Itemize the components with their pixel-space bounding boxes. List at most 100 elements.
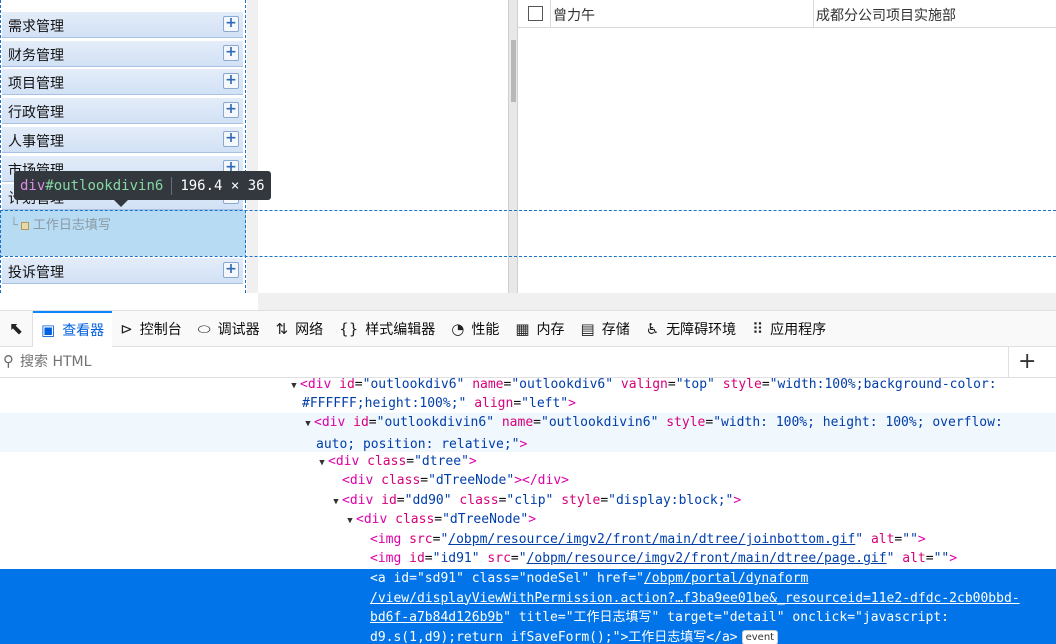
attr-link[interactable]: /obpm/resource/imgv2/front/main/dtree/pa… <box>527 551 887 566</box>
attr-value[interactable]: "工作日志填写" <box>566 610 660 625</box>
markup-node-dtreenode[interactable]: ▼ <div class="dTreeNode"> <box>0 510 1056 532</box>
tab-debugger[interactable]: ⬭ 调试器 <box>190 311 268 347</box>
inspector-tooltip: div #outlookdivin6 196.4 × 36 <box>14 171 271 207</box>
application-icon: ⠿ <box>752 319 764 338</box>
tab-label: 无障碍环境 <box>666 321 737 338</box>
sidebar-item-label: 行政管理 <box>8 105 64 121</box>
attr-value[interactable]: d9.s(1,d9);return ifSaveForm();" <box>370 630 620 644</box>
tab-label: 应用程序 <box>770 321 827 338</box>
attr-value[interactable]: #FFFFFF;height:100%;" <box>302 396 466 411</box>
markup-node-img[interactable]: <img src="/obpm/resource/imgv2/front/mai… <box>0 530 1056 550</box>
scrollbar-thumb[interactable] <box>511 40 516 102</box>
attr-value[interactable]: "clip" <box>506 493 553 508</box>
vertical-scrollbar[interactable] <box>508 0 518 293</box>
tab-label: 查看器 <box>62 322 105 339</box>
tab-label: 样式编辑器 <box>365 321 436 338</box>
performance-icon: ◔ <box>451 319 465 338</box>
sidebar-item-label: 投诉管理 <box>8 265 64 281</box>
markup-node-dtreenode[interactable]: <div class="dTreeNode"></div> <box>0 471 1056 491</box>
attr-link[interactable]: /view/displayViewWithPermission.action?…… <box>370 591 1020 606</box>
attr-value[interactable]: "dd90" <box>405 493 452 508</box>
collapse-arrow-icon[interactable]: ▼ <box>302 415 314 435</box>
expand-plus-icon[interactable]: + <box>223 131 239 147</box>
attr-value[interactable]: "display:block;" <box>608 493 733 508</box>
sidebar-item-label: 项目管理 <box>8 76 64 92</box>
tooltip-divider <box>171 176 173 195</box>
attr-value[interactable]: "top" <box>676 377 715 392</box>
attr-link[interactable]: bd6f-a7b84d126b9b <box>370 610 503 625</box>
row-checkbox[interactable] <box>528 6 543 21</box>
attr-value[interactable]: "dtree" <box>414 454 469 469</box>
tab-inspector[interactable]: ▣ 查看器 <box>33 310 113 347</box>
tab-label: 调试器 <box>217 321 260 338</box>
debugger-icon: ⬭ <box>197 319 211 338</box>
tree-node-work-log[interactable]: └ 工作日志填写 <box>10 214 111 233</box>
detail-pane <box>518 0 1056 293</box>
tab-label: 性能 <box>471 321 500 338</box>
tab-style-editor[interactable]: {} 样式编辑器 <box>331 311 443 347</box>
sidebar-item-admin[interactable]: 行政管理 + <box>2 97 243 124</box>
tab-storage[interactable]: ▤ 存储 <box>573 311 638 347</box>
node-text: 工作日志填写 <box>628 629 707 644</box>
expand-plus-icon[interactable]: + <box>223 262 239 278</box>
markup-node-selected-anchor[interactable]: <a id="sd91" class="nodeSel" href="/obpm… <box>0 569 1056 644</box>
tooltip-size: 196.4 × 36 <box>180 177 265 194</box>
tree-node-label[interactable]: 工作日志填写 <box>33 218 111 233</box>
attr-value[interactable]: "sd91" <box>417 571 464 586</box>
attr-link[interactable]: /obpm/portal/dynaform <box>644 571 808 586</box>
tab-accessibility[interactable]: ♿ 无障碍环境 <box>638 311 744 347</box>
attr-value[interactable]: "dTreeNode" <box>442 512 528 527</box>
highlight-guide <box>0 256 1056 257</box>
attr-value[interactable]: "detail" <box>722 610 785 625</box>
tab-console[interactable]: ⊳ 控制台 <box>112 311 190 347</box>
attr-value[interactable]: auto; position: relative;" <box>316 437 520 452</box>
memory-icon: ▦ <box>515 319 530 338</box>
event-badge[interactable]: event <box>741 629 779 644</box>
cell-department: 成都分公司项目实施部 <box>813 0 1056 28</box>
expand-plus-icon[interactable]: + <box>223 45 239 61</box>
tab-network[interactable]: ⇅ 网络 <box>268 311 332 347</box>
attr-value[interactable]: "outlookdivin6" <box>541 415 658 430</box>
expand-plus-icon[interactable]: + <box>223 16 239 32</box>
highlight-guide <box>0 210 1056 211</box>
sidebar-item-hr[interactable]: 人事管理 + <box>2 126 243 153</box>
console-icon: ⊳ <box>120 319 133 338</box>
markup-node-wrap: #FFFFFF;height:100%;" align="left"> <box>302 396 576 411</box>
element-picker-icon[interactable]: ⬉ <box>0 310 33 347</box>
attr-value[interactable]: "nodeSel" <box>519 571 589 586</box>
collapse-arrow-icon[interactable]: ▼ <box>344 512 356 532</box>
tab-memory[interactable]: ▦ 内存 <box>507 311 572 347</box>
network-icon: ⇅ <box>275 319 289 338</box>
attr-value[interactable]: "width: 100%; height: 100%; overflow: <box>713 415 1003 430</box>
attr-value[interactable]: "outlookdiv6" <box>363 377 465 392</box>
sidebar-item-demand[interactable]: 需求管理 + <box>2 11 243 38</box>
expand-plus-icon[interactable]: + <box>223 73 239 89</box>
expand-plus-icon[interactable]: + <box>223 102 239 118</box>
frame-bottom <box>258 293 1056 310</box>
cell-name: 曾力午 <box>550 0 813 28</box>
sidebar-item-label: 财务管理 <box>8 48 64 64</box>
attr-value[interactable]: "outlookdiv6" <box>511 377 613 392</box>
attr-link[interactable]: /obpm/resource/imgv2/front/main/dtree/jo… <box>448 532 855 547</box>
table-row[interactable]: 曾力午 成都分公司项目实施部 <box>518 0 1056 28</box>
attr-value[interactable]: "width:100%;background-color: <box>770 377 997 392</box>
attr-value[interactable]: "dTreeNode" <box>428 473 514 488</box>
attr-value[interactable]: "left" <box>521 396 568 411</box>
markup-node-img[interactable]: <img id="id91" src="/obpm/resource/imgv2… <box>0 549 1056 569</box>
attr-value[interactable]: "outlookdivin6" <box>377 415 494 430</box>
search-icon: ⚲ <box>3 352 14 370</box>
screen: { "sidebar": { "items": [ {"label": "需求管… <box>0 0 1056 644</box>
attr-value[interactable]: "javascript: <box>855 610 949 625</box>
tab-performance[interactable]: ◔ 性能 <box>443 311 507 347</box>
add-node-button[interactable]: + <box>1008 347 1056 378</box>
sidebar-item-finance[interactable]: 财务管理 + <box>2 40 243 67</box>
sidebar-item-project[interactable]: 项目管理 + <box>2 68 243 95</box>
markup-node-outlookdivin6[interactable]: ▼ <div id="outlookdivin6" name="outlookdi… <box>0 413 1056 452</box>
search-html-input[interactable] <box>20 352 920 372</box>
tab-application[interactable]: ⠿ 应用程序 <box>744 311 834 347</box>
tooltip-tag: div <box>20 177 46 194</box>
attr-value[interactable]: "id91" <box>433 551 480 566</box>
sidebar-item-complaint[interactable]: 投诉管理 + <box>2 257 243 284</box>
devtools-toolbar: ⬉ ▣ 查看器 ⊳ 控制台 ⬭ 调试器 ⇅ 网络 {} 样式编辑器 ◔ 性能 ▦ 内存 ▤ 存储… <box>0 310 1056 347</box>
accessibility-icon: ♿ <box>645 319 660 338</box>
